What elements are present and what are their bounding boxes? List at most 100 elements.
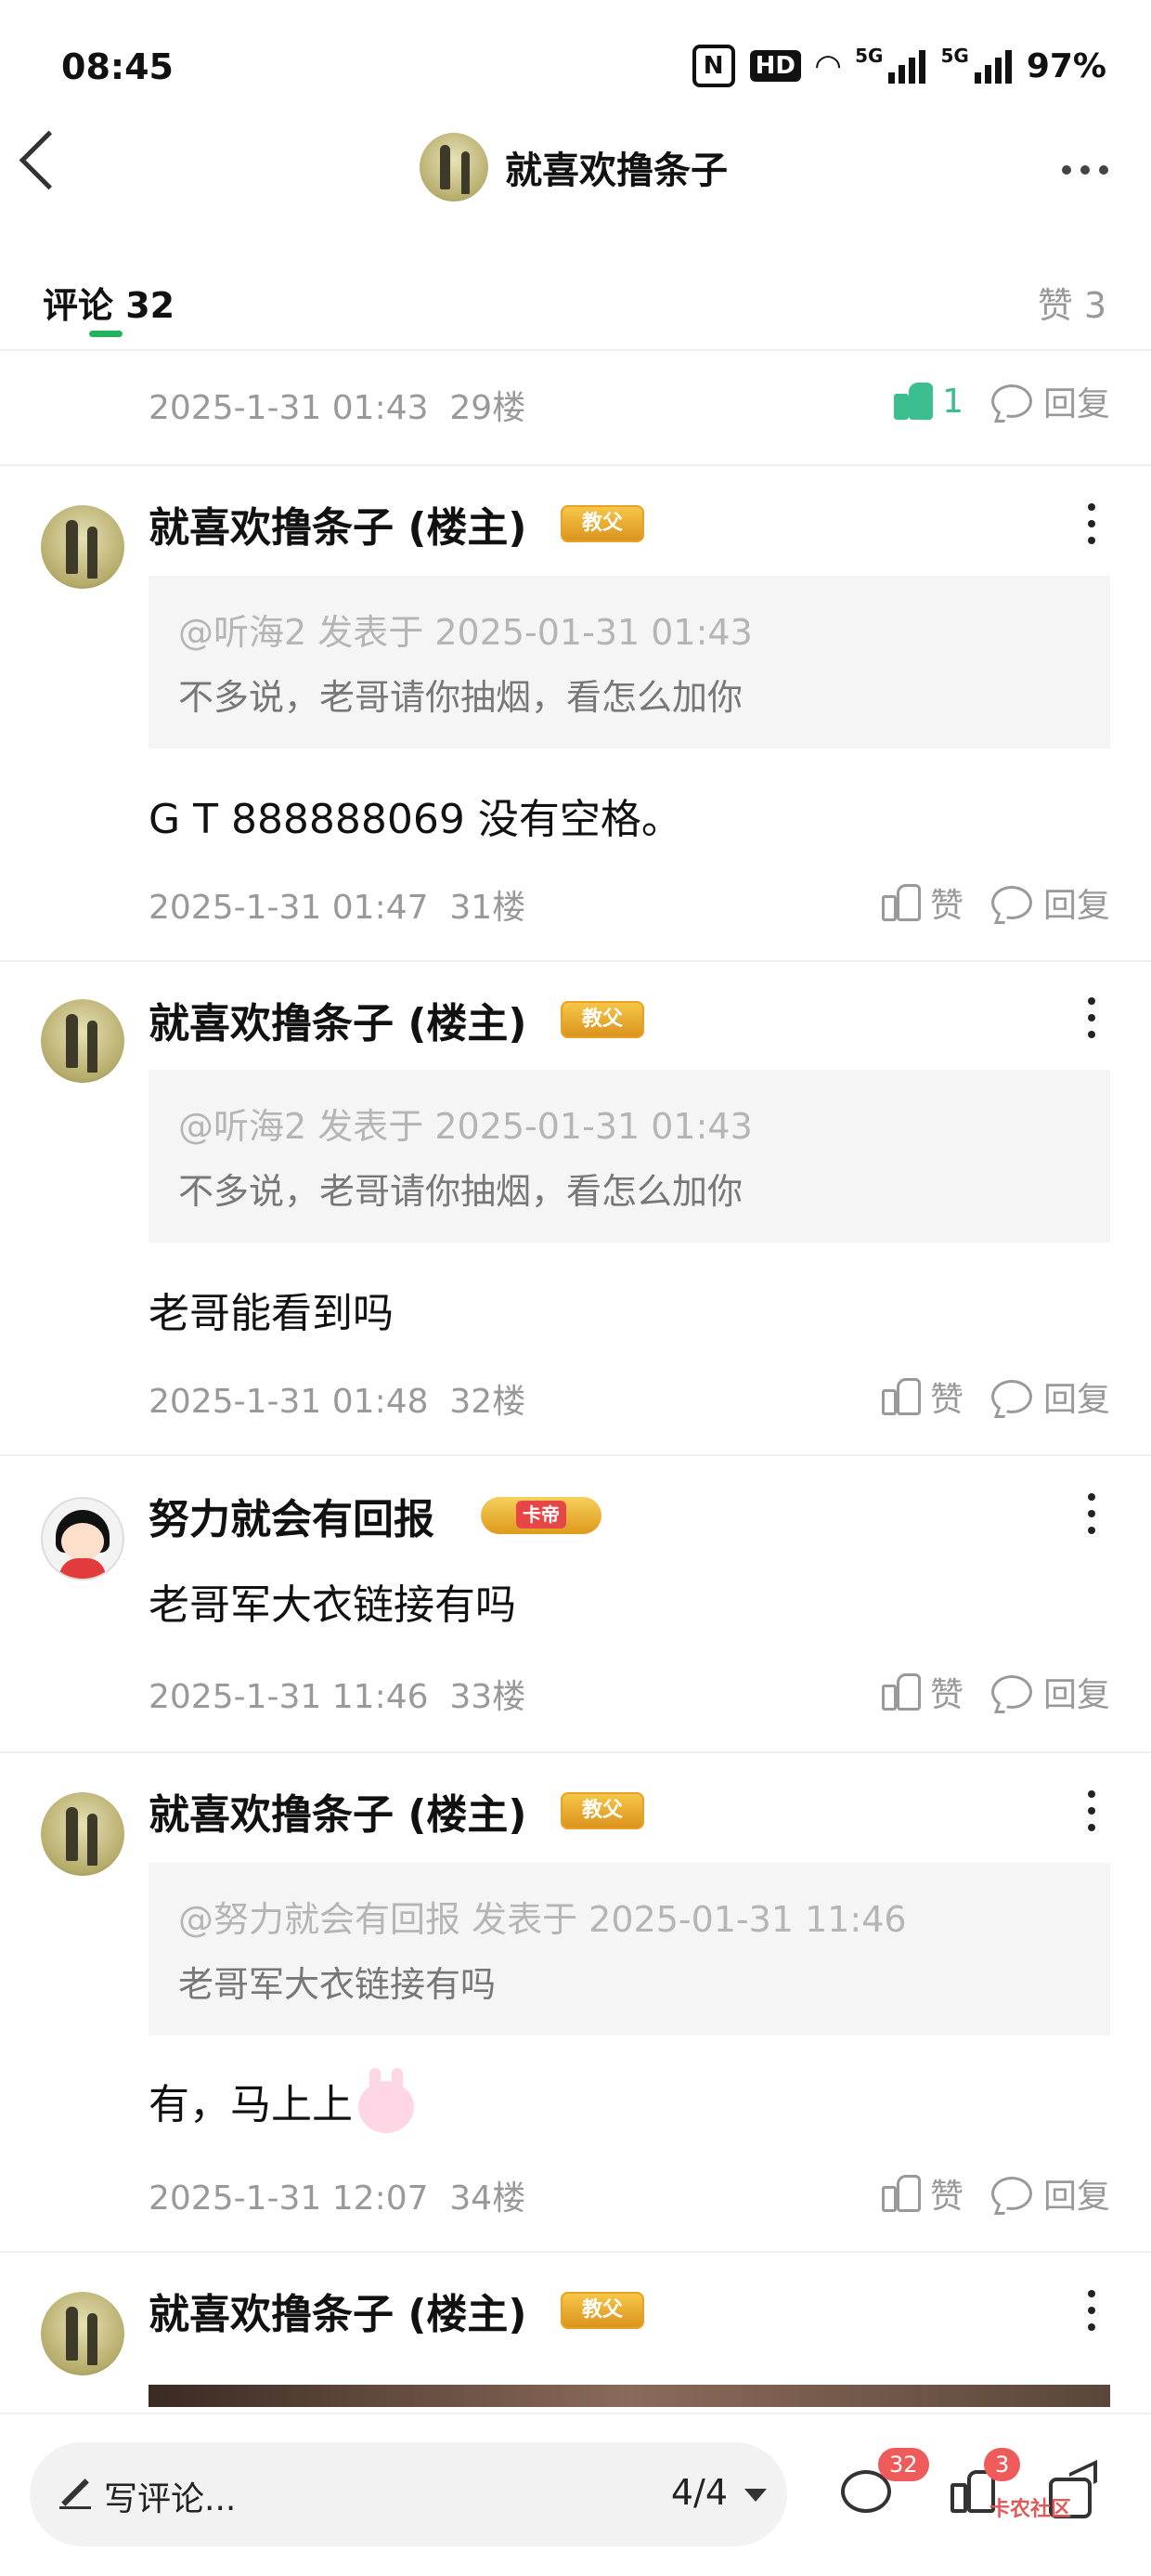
comment-item: 就喜欢撸条子 (楼主) 教父 @听海2 发表于 2025-01-31 01:43… xyxy=(0,464,1151,962)
status-icons: N HD ◠ 5G 5G 97% xyxy=(692,45,1106,87)
comment-icon[interactable] xyxy=(841,2470,891,2513)
comment-menu-icon[interactable] xyxy=(1088,1790,1095,1831)
comment-date: 2025-1-31 12:07 xyxy=(149,2179,429,2218)
like-button[interactable]: 赞 xyxy=(881,1373,963,1421)
like-label: 赞 xyxy=(929,887,963,925)
reply-button[interactable]: 回复 xyxy=(990,377,1110,425)
status-time: 08:45 xyxy=(61,46,174,87)
tab-likes[interactable]: 赞 3 xyxy=(1038,277,1106,328)
comment-meta: 2025-1-31 12:07 34楼 xyxy=(149,2171,525,2219)
quoted-comment[interactable]: @努力就会有回报 发表于 2025-01-31 11:46 老哥军大衣链接有吗 xyxy=(149,1863,1110,2036)
quote-header: @努力就会有回报 发表于 2025-01-31 11:46 xyxy=(178,1899,907,1940)
comment-tabs: 评论 32 赞 3 xyxy=(0,269,1151,351)
rank-badge: 教父 xyxy=(561,2292,644,2329)
comment-username[interactable]: 就喜欢撸条子 (楼主) xyxy=(149,494,527,553)
comment-actions: 赞 回复 xyxy=(881,1373,1110,1421)
comment-floor: 31楼 xyxy=(449,889,526,927)
caret-down-icon[interactable] xyxy=(744,2489,767,2502)
like-button[interactable]: 赞 xyxy=(881,1668,963,1716)
comment-actions: 赞 回复 xyxy=(881,2169,1110,2218)
comment-bubble-icon xyxy=(990,1380,1032,1413)
battery-level: 97% xyxy=(1026,46,1106,85)
signal-icon xyxy=(888,48,926,84)
like-label: 赞 xyxy=(929,2178,963,2216)
comment-meta: 2025-1-31 11:46 33楼 xyxy=(149,1670,525,1718)
comment-username[interactable]: 就喜欢撸条子 (楼主) xyxy=(149,990,527,1049)
comment-text: 老哥能看到吗 xyxy=(149,1290,394,1337)
comment-menu-icon[interactable] xyxy=(1088,997,1095,1038)
comment-input-placeholder: 写评论... xyxy=(104,2480,237,2518)
reply-label: 回复 xyxy=(1042,2178,1110,2216)
like-label: 赞 xyxy=(929,1676,963,1714)
reply-label: 回复 xyxy=(1042,1676,1110,1714)
reply-button[interactable]: 回复 xyxy=(990,878,1110,927)
more-options-icon[interactable] xyxy=(1062,165,1108,175)
user-avatar[interactable] xyxy=(41,1497,124,1581)
tab-comments[interactable]: 评论 32 xyxy=(43,277,175,328)
comment-item: 就喜欢撸条子 (楼主) 教父 @听海2 发表于 2025-01-31 01:43… xyxy=(0,960,1151,1456)
pencil-icon xyxy=(59,2478,91,2509)
like-count: 1 xyxy=(942,382,963,421)
like-button[interactable]: 赞 xyxy=(881,878,963,927)
reply-button[interactable]: 回复 xyxy=(990,2169,1110,2218)
comment-menu-icon[interactable] xyxy=(1088,503,1095,544)
reply-label: 回复 xyxy=(1042,887,1110,925)
reply-label: 回复 xyxy=(1042,385,1110,423)
comment-text: G T 888888069 没有空格。 xyxy=(149,796,682,843)
quote-body: 不多说，老哥请你抽烟，看怎么加你 xyxy=(178,677,744,718)
comment-actions: 1 回复 xyxy=(894,377,1110,425)
comment-image[interactable] xyxy=(149,2385,1110,2407)
comment-username[interactable]: 就喜欢撸条子 (楼主) xyxy=(149,1781,527,1841)
comment-username[interactable]: 就喜欢撸条子 (楼主) xyxy=(149,2281,527,2340)
author-avatar[interactable] xyxy=(420,133,488,202)
status-bar: 08:45 N HD ◠ 5G 5G 97% xyxy=(0,0,1151,130)
page-indicator[interactable]: 4/4 xyxy=(671,2472,728,2513)
quote-body: 不多说，老哥请你抽烟，看怎么加你 xyxy=(178,1171,744,1212)
reply-button[interactable]: 回复 xyxy=(990,1373,1110,1421)
comment-date: 2025-1-31 11:46 xyxy=(149,1678,429,1716)
reply-button[interactable]: 回复 xyxy=(990,1668,1110,1716)
comment-item-partial: 2025-1-31 01:43 29楼 1 回复 xyxy=(0,349,1151,466)
rank-badge: 卡帝 xyxy=(481,1497,601,1534)
comment-bubble-icon xyxy=(990,384,1032,418)
user-avatar[interactable] xyxy=(41,999,124,1083)
page-title: 就喜欢撸条子 xyxy=(505,150,728,192)
reply-label: 回复 xyxy=(1042,1381,1110,1419)
thumbs-up-icon xyxy=(881,1673,921,1711)
comment-bubble-icon xyxy=(990,886,1032,919)
like-button[interactable]: 1 xyxy=(894,383,963,421)
like-button[interactable]: 赞 xyxy=(881,2169,963,2218)
comment-input[interactable]: 写评论... 4/4 xyxy=(30,2442,787,2546)
comment-date: 2025-1-31 01:47 xyxy=(149,889,429,927)
comment-username[interactable]: 努力就会有回报 xyxy=(149,1486,434,1545)
comment-floor: 29楼 xyxy=(449,389,526,427)
like-count-badge: 3 xyxy=(984,2448,1021,2481)
comment-bubble-icon xyxy=(990,2177,1032,2210)
quoted-comment[interactable]: @听海2 发表于 2025-01-31 01:43 不多说，老哥请你抽烟，看怎么… xyxy=(149,576,1110,748)
user-avatar[interactable] xyxy=(41,1792,124,1876)
bottom-bar: 写评论... 4/4 32 3 卡农社区 xyxy=(0,2413,1151,2576)
comment-bubble-icon xyxy=(990,1675,1032,1709)
rank-badge: 教父 xyxy=(561,1792,644,1829)
nav-title-group[interactable]: 就喜欢撸条子 xyxy=(420,133,728,202)
user-avatar[interactable] xyxy=(41,505,124,589)
comment-text: 老哥军大衣链接有吗 xyxy=(149,1581,516,1629)
comment-floor: 32楼 xyxy=(449,1383,526,1421)
rank-badge: 教父 xyxy=(561,1001,644,1038)
watermark-logo: 卡农社区 xyxy=(989,2498,1072,2521)
back-arrow-icon[interactable] xyxy=(19,130,79,190)
comment-text-row: 有，马上上 xyxy=(149,2068,414,2133)
user-avatar[interactable] xyxy=(41,2292,124,2375)
comment-meta: 2025-1-31 01:48 32楼 xyxy=(149,1374,525,1423)
quote-body: 老哥军大衣链接有吗 xyxy=(178,1964,497,2005)
bunny-emoji-icon xyxy=(358,2068,414,2133)
comment-menu-icon[interactable] xyxy=(1088,1493,1095,1534)
comment-floor: 34楼 xyxy=(449,2179,526,2218)
comment-date: 2025-1-31 01:48 xyxy=(149,1383,429,1421)
thumbs-up-icon xyxy=(881,1378,921,1415)
comment-count-badge: 32 xyxy=(878,2448,929,2481)
quoted-comment[interactable]: @听海2 发表于 2025-01-31 01:43 不多说，老哥请你抽烟，看怎么… xyxy=(149,1070,1110,1242)
comment-menu-icon[interactable] xyxy=(1088,2290,1095,2331)
comment-date: 2025-1-31 01:43 xyxy=(149,389,429,427)
like-label: 赞 xyxy=(929,1381,963,1419)
